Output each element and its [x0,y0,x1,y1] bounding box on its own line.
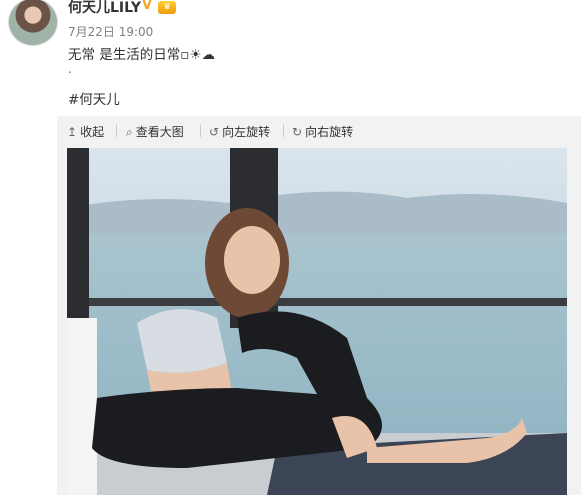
toolbar-divider [200,124,201,137]
toolbar-divider [283,124,284,137]
view-large-label: 查看大图 [135,125,184,139]
post-text-dot: . [68,62,72,76]
rotate-left-icon: ↺ [209,125,220,139]
post-timestamp[interactable]: 7月22日 19:00 [68,23,153,40]
vip-badge-icon: ♛ [158,1,176,14]
collapse-label: 收起 [80,125,105,139]
view-large-button[interactable]: ⌕ 查看大图 [126,123,184,140]
rotate-right-label: 向右旋转 [305,125,354,139]
rotate-right-button[interactable]: ↻ 向右旋转 [292,123,353,140]
magnifier-icon: ⌕ [126,125,133,139]
post-photo[interactable] [67,148,567,495]
verified-v-icon: V [142,0,153,13]
collapse-icon: ↥ [67,125,78,139]
rotate-right-icon: ↻ [292,125,303,139]
post-text: 无常 是生活的日常▫☀☁ [68,47,216,63]
username[interactable]: 何天儿LILY [68,0,141,17]
user-avatar[interactable] [8,0,58,46]
toolbar-divider [116,124,117,137]
image-toolbar: ↥ 收起 ⌕ 查看大图 ↺ 向左旋转 ↻ 向右旋转 [57,116,581,146]
rotate-left-button[interactable]: ↺ 向左旋转 [209,123,270,140]
post-image-container [57,146,581,495]
post-header: 何天儿LILY V ♛ 7月22日 19:00 无常 是生活的日常▫☀☁ . #… [0,0,581,116]
hashtag-link[interactable]: #何天儿 [68,88,120,108]
collapse-button[interactable]: ↥ 收起 [67,123,104,140]
rotate-left-label: 向左旋转 [222,125,271,139]
